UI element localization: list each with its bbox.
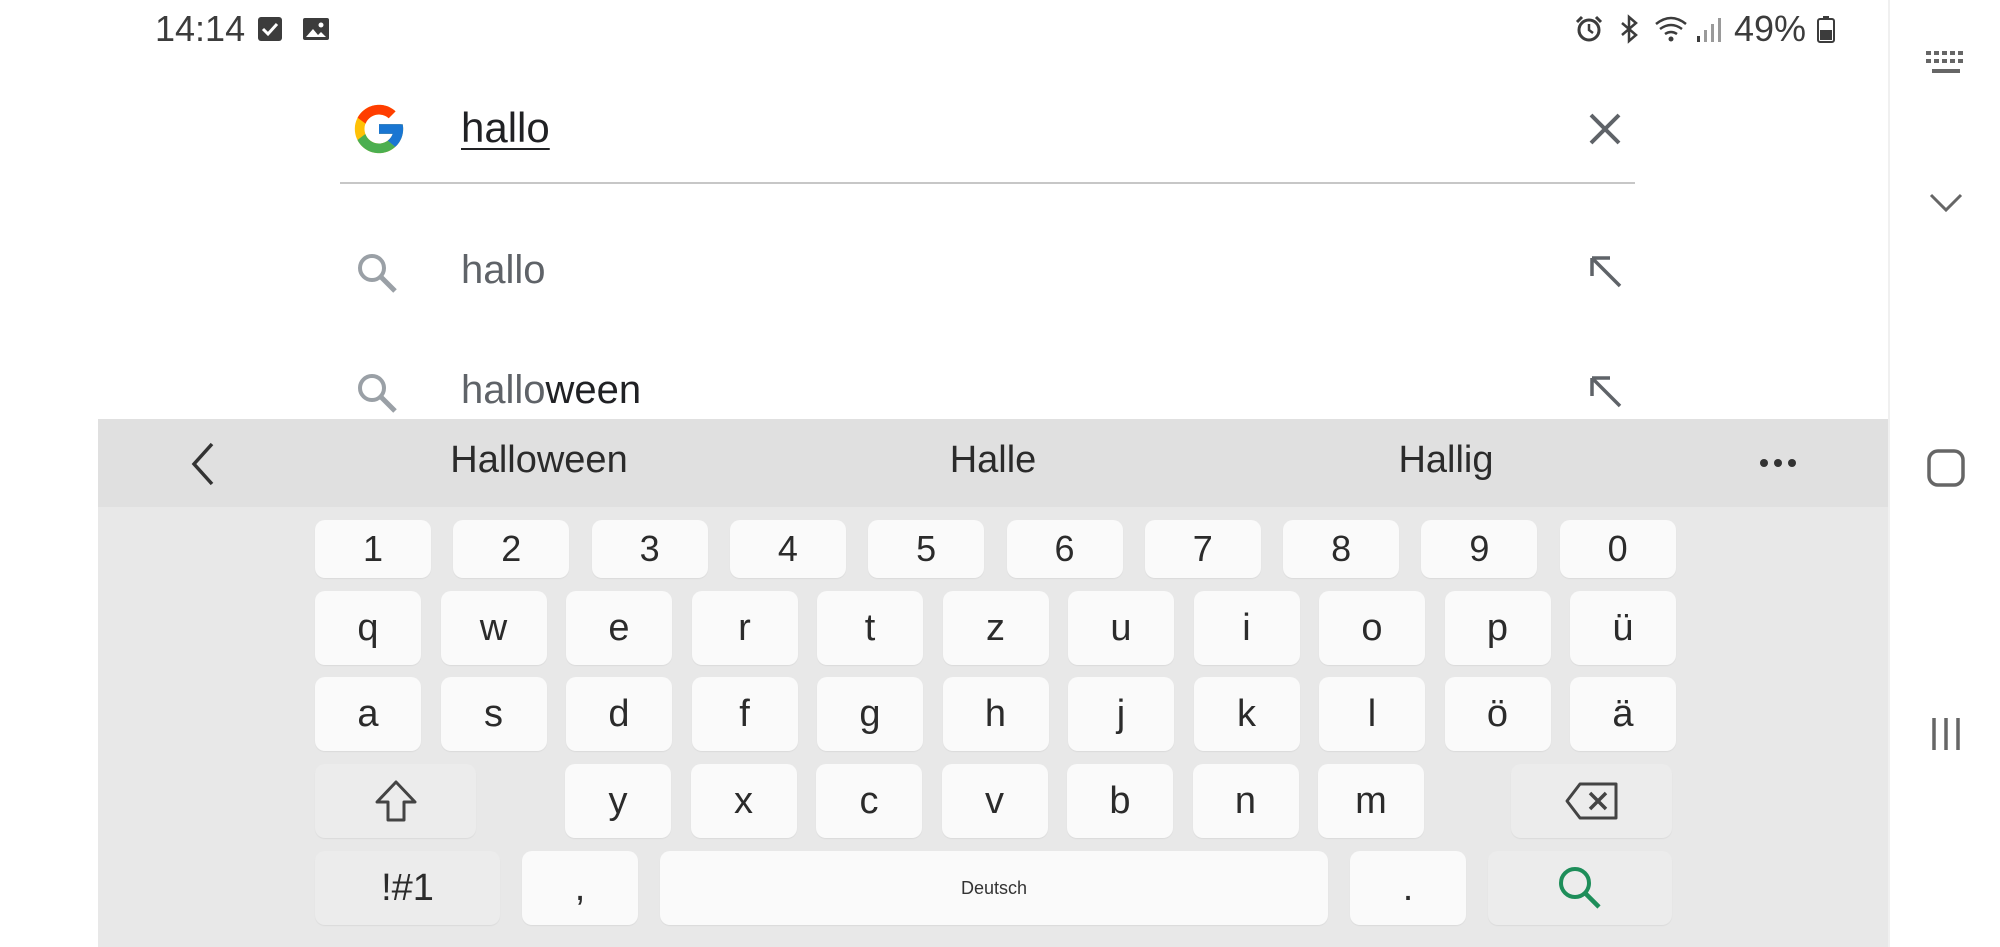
key-h[interactable]: h (942, 677, 1049, 751)
key-ä[interactable]: ä (1570, 677, 1676, 751)
suggestion-text: halloween (461, 368, 642, 412)
search-header: hallo (340, 80, 1635, 184)
shift-icon (375, 780, 416, 822)
prediction-word[interactable]: Halle (843, 439, 1143, 482)
key-2[interactable]: 2 (453, 520, 570, 578)
status-right-icons: 49% (1574, 8, 1836, 50)
key-5[interactable]: 5 (868, 520, 985, 578)
period-key[interactable]: . (1350, 851, 1466, 925)
key-q[interactable]: q (315, 591, 421, 665)
key-6[interactable]: 6 (1006, 520, 1123, 578)
backspace-icon (1565, 782, 1617, 820)
prediction-word[interactable]: Hallig (1296, 439, 1596, 482)
arrow-up-left-icon[interactable] (1586, 252, 1626, 292)
prediction-word[interactable]: Halloween (389, 439, 689, 482)
symbols-key[interactable]: !#1 (315, 851, 500, 925)
status-bar: 14:14 49% (0, 0, 1888, 60)
key-g[interactable]: g (817, 677, 923, 751)
search-icon (1559, 867, 1601, 909)
navigation-bar (1888, 0, 2000, 947)
key-j[interactable]: j (1068, 677, 1174, 751)
suggestion-item[interactable]: hallo (340, 218, 1635, 328)
more-icon-dot (1774, 459, 1782, 467)
status-time: 14:14 (155, 8, 246, 49)
keyboard: Halloween Halle Hallig 1234567890 qwertzu… (98, 419, 1890, 947)
backspace-key[interactable] (1511, 764, 1672, 838)
key-l[interactable]: l (1319, 677, 1425, 751)
battery-icon (1816, 14, 1836, 44)
checkbox-icon (257, 14, 287, 44)
key-7[interactable]: 7 (1144, 520, 1261, 578)
key-u[interactable]: u (1068, 591, 1174, 665)
bluetooth-icon (1614, 14, 1644, 44)
more-options-button[interactable] (1738, 433, 1818, 493)
home-button[interactable] (1890, 428, 2000, 508)
close-icon (1589, 113, 1621, 145)
keyboard-icon (1926, 51, 1963, 73)
key-ü[interactable]: ü (1570, 591, 1676, 665)
more-icon (1760, 459, 1768, 467)
key-r[interactable]: r (691, 591, 798, 665)
more-icon-dot (1788, 459, 1796, 467)
key-y[interactable]: y (565, 764, 671, 838)
hide-keyboard-button[interactable] (1890, 163, 2000, 243)
comma-key[interactable]: , (522, 851, 638, 925)
shift-key[interactable] (315, 764, 476, 838)
key-1[interactable]: 1 (315, 520, 431, 578)
key-i[interactable]: i (1193, 591, 1300, 665)
key-x[interactable]: x (690, 764, 797, 838)
key-p[interactable]: p (1444, 591, 1551, 665)
search-icon (354, 250, 400, 296)
key-z[interactable]: z (942, 591, 1049, 665)
key-k[interactable]: k (1193, 677, 1300, 751)
key-s[interactable]: s (440, 677, 547, 751)
key-a[interactable]: a (315, 677, 421, 751)
recents-icon (1932, 718, 1960, 750)
key-d[interactable]: d (566, 677, 672, 751)
key-9[interactable]: 9 (1421, 520, 1538, 578)
key-v[interactable]: v (941, 764, 1048, 838)
search-icon (354, 370, 400, 416)
suggestion-text: hallo (461, 248, 546, 292)
prediction-bar: Halloween Halle Hallig (98, 419, 1890, 507)
battery-percent: 49% (1733, 8, 1806, 49)
chevron-down-icon (1929, 193, 1963, 213)
keyboard-toggle-button[interactable] (1890, 22, 2000, 102)
alarm-icon (1574, 14, 1604, 44)
recents-button[interactable] (1890, 694, 2000, 774)
google-g-logo (350, 100, 408, 158)
key-n[interactable]: n (1192, 764, 1299, 838)
clear-button[interactable] (1580, 104, 1630, 154)
key-ö[interactable]: ö (1444, 677, 1551, 751)
key-f[interactable]: f (691, 677, 798, 751)
key-t[interactable]: t (817, 591, 923, 665)
prediction-back-button[interactable] (178, 439, 228, 489)
key-m[interactable]: m (1318, 764, 1424, 838)
search-query[interactable]: hallo (461, 104, 550, 152)
space-key[interactable]: Deutsch (660, 851, 1328, 925)
key-3[interactable]: 3 (591, 520, 708, 578)
key-8[interactable]: 8 (1283, 520, 1400, 578)
chevron-left-icon (191, 442, 214, 486)
key-c[interactable]: c (816, 764, 922, 838)
key-o[interactable]: o (1319, 591, 1425, 665)
key-b[interactable]: b (1067, 764, 1173, 838)
key-e[interactable]: e (566, 591, 672, 665)
arrow-up-left-icon[interactable] (1586, 372, 1626, 412)
home-square-icon (1927, 449, 1965, 487)
key-4[interactable]: 4 (729, 520, 846, 578)
wifi-icon (1654, 14, 1687, 44)
key-w[interactable]: w (440, 591, 547, 665)
search-key[interactable] (1488, 851, 1672, 925)
key-0[interactable]: 0 (1559, 520, 1676, 578)
signal-icon (1694, 14, 1724, 44)
status-left-icons (257, 14, 331, 44)
image-icon (301, 14, 331, 44)
